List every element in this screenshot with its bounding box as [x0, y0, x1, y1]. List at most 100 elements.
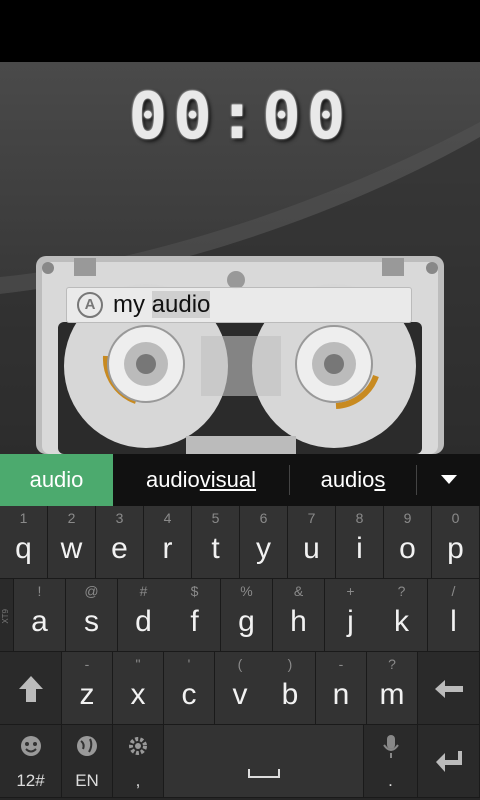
voice-period-key[interactable]: .: [364, 725, 418, 798]
input-composing-text: audio: [151, 291, 211, 318]
key-y[interactable]: 6y: [240, 506, 288, 579]
key-i[interactable]: 8i: [336, 506, 384, 579]
keyboard-row-2: XT9 ! a @ s # d $ f% g & h + j? k / l: [0, 579, 480, 652]
key-hint: 9: [403, 510, 412, 526]
recording-timer: 00:00: [128, 80, 352, 154]
key-r[interactable]: 4r: [144, 506, 192, 579]
key-hint: ?: [388, 656, 396, 672]
key-label: n: [332, 678, 350, 711]
key-u[interactable]: 7u: [288, 506, 336, 579]
microphone-icon: [383, 735, 399, 758]
globe-icon: [77, 736, 97, 756]
enter-arrow-icon: [436, 751, 462, 772]
xt9-label: XT9: [1, 609, 10, 624]
key-hint: 1: [19, 510, 28, 526]
key-hint: /: [451, 583, 456, 599]
shift-key[interactable]: [0, 652, 62, 725]
key-hint: 0: [451, 510, 460, 526]
key-e[interactable]: 3e: [96, 506, 144, 579]
key-b[interactable]: ) b: [265, 652, 316, 725]
settings-comma-key[interactable]: ,: [113, 725, 164, 798]
key-label: o: [399, 532, 416, 565]
key-label: r: [162, 532, 173, 565]
key-o[interactable]: 9o: [384, 506, 432, 579]
key-f[interactable]: $ f: [169, 579, 221, 652]
key-l[interactable]: / l: [428, 579, 480, 652]
key-c[interactable]: ' c: [164, 652, 215, 725]
key-label: k: [394, 605, 409, 638]
key-label: g: [238, 605, 255, 638]
suggestion-2[interactable]: audio visual: [113, 454, 289, 506]
more-suggestions-button[interactable]: [417, 475, 480, 485]
key-n[interactable]: -n: [316, 652, 367, 725]
key-hint: ': [187, 656, 191, 672]
enter-key[interactable]: [418, 725, 480, 798]
key-q[interactable]: 1q: [0, 506, 48, 579]
key-a[interactable]: ! a: [14, 579, 66, 652]
cassette-graphic: [36, 256, 444, 454]
key-h[interactable]: & h: [273, 579, 325, 652]
key-label: z: [79, 678, 95, 711]
keyboard-row-4: 12# EN , .: [0, 725, 480, 798]
label-input[interactable]: A my audio: [66, 287, 412, 323]
space-bar-icon: [248, 769, 280, 778]
key-hint: +: [346, 583, 355, 599]
chevron-down-icon: [440, 475, 457, 484]
key-label: m: [379, 678, 405, 711]
key-d[interactable]: # d: [118, 579, 170, 652]
key-g[interactable]: % g: [221, 579, 273, 652]
key-hint: -: [84, 656, 90, 672]
emoji-icon: [21, 736, 41, 756]
key-label: f: [190, 605, 199, 638]
suggestion-1[interactable]: audio: [0, 454, 113, 506]
gear-icon: [129, 737, 147, 755]
input-prefix-text: my: [113, 291, 152, 318]
key-hint: 4: [163, 510, 172, 526]
key-hint: 2: [67, 510, 76, 526]
key-v[interactable]: (v: [215, 652, 266, 725]
language-key-label: EN: [75, 771, 99, 790]
key-hint: 6: [259, 510, 268, 526]
key-hint: -: [338, 656, 344, 672]
key-k[interactable]: ? k: [376, 579, 428, 652]
backspace-key[interactable]: [418, 652, 480, 725]
suggestion-2-completion: visual: [199, 467, 257, 492]
key-label: t: [211, 532, 220, 565]
key-label: w: [60, 532, 83, 565]
key-x[interactable]: " x: [113, 652, 164, 725]
key-label: u: [303, 532, 320, 565]
key-p[interactable]: 0p: [432, 506, 480, 579]
suggestion-3[interactable]: audio s: [290, 454, 416, 506]
key-label: q: [15, 532, 32, 565]
key-label: l: [450, 605, 457, 638]
period-label: .: [388, 771, 393, 790]
key-hint: 7: [307, 510, 316, 526]
key-m[interactable]: ? m: [367, 652, 418, 725]
a-circle-icon: A: [77, 292, 103, 318]
symbols-key-label: 12#: [16, 771, 45, 790]
key-label: x: [130, 678, 146, 711]
key-hint: ": [135, 656, 141, 672]
emoji-symbols-key[interactable]: 12#: [0, 725, 62, 798]
label-input-text: my audio: [113, 291, 211, 319]
key-w[interactable]: 2w: [48, 506, 96, 579]
key-j[interactable]: + j: [325, 579, 377, 652]
key-label: v: [232, 678, 248, 711]
language-key[interactable]: EN: [62, 725, 113, 798]
space-key[interactable]: [164, 725, 364, 798]
comma-label: ,: [135, 771, 141, 790]
suggestion-2-label: audio: [145, 467, 200, 492]
key-hint: 3: [115, 510, 124, 526]
key-hint: &: [293, 583, 304, 599]
key-z[interactable]: -z: [62, 652, 113, 725]
key-hint: 8: [355, 510, 364, 526]
suggestion-1-label: audio: [29, 467, 84, 492]
key-label: h: [290, 605, 307, 638]
status-bar: [0, 0, 480, 62]
key-label: e: [111, 532, 128, 565]
key-s[interactable]: @ s: [66, 579, 118, 652]
key-label: a: [31, 605, 48, 638]
key-t[interactable]: 5t: [192, 506, 240, 579]
key-label: i: [356, 532, 363, 565]
key-label: c: [181, 678, 197, 711]
